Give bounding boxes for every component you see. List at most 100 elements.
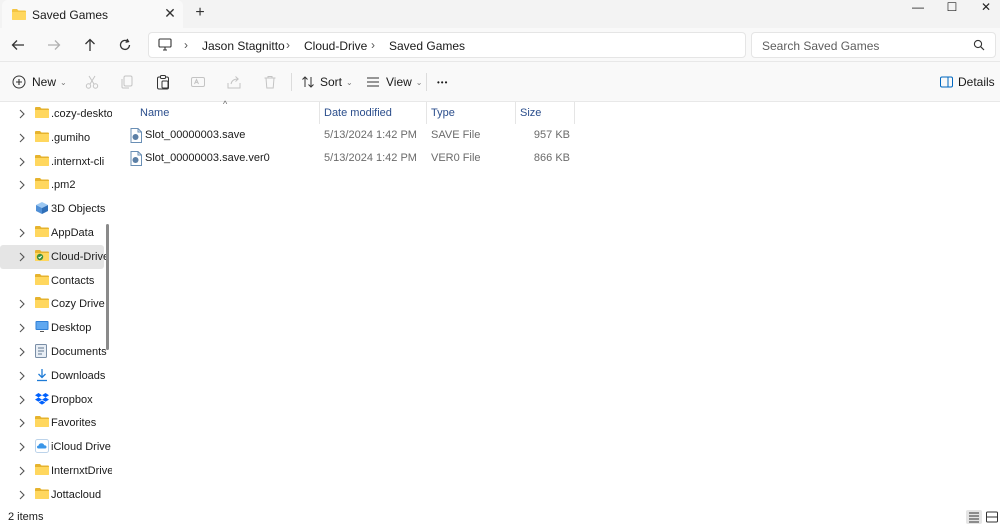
up-button[interactable] xyxy=(80,35,100,55)
details-pane-button[interactable]: Details xyxy=(940,70,995,94)
column-header-name[interactable]: Name xyxy=(140,107,169,119)
chevron-right-icon[interactable] xyxy=(17,417,27,429)
column-header-type[interactable]: Type xyxy=(431,107,455,119)
file-name: Slot_00000003.save.ver0 xyxy=(145,152,270,164)
close-tab-icon[interactable]: ✕ xyxy=(163,6,177,20)
new-tab-button[interactable]: + xyxy=(193,5,207,21)
sidebar-item-label: .internxt-cli xyxy=(51,155,105,168)
file-size: 957 KB xyxy=(533,129,570,141)
search-box xyxy=(751,32,996,58)
sidebar-item-gumiho[interactable]: .gumiho xyxy=(0,126,104,150)
close-window-button[interactable]: ✕ xyxy=(966,0,1000,16)
details-view-button[interactable] xyxy=(966,510,982,524)
chevron-right-icon[interactable] xyxy=(17,227,27,239)
column-header-size[interactable]: Size xyxy=(520,107,541,119)
plus-circle-icon xyxy=(12,75,26,89)
sidebar-item-label: Cozy Drive xyxy=(51,298,105,311)
view-button[interactable]: View ⌄ xyxy=(366,70,423,94)
sidebar-item-contacts[interactable]: Contacts xyxy=(0,269,104,293)
cut-icon[interactable] xyxy=(84,74,100,90)
sidebar-item-label: Contacts xyxy=(51,274,95,287)
sort-ascending-icon: ^ xyxy=(223,99,228,109)
table-row[interactable]: Slot_00000003.save.ver0 5/13/2024 1:42 P… xyxy=(126,148,592,170)
table-row[interactable]: Slot_00000003.save 5/13/2024 1:42 PM SAV… xyxy=(126,125,592,147)
chevron-right-icon[interactable] xyxy=(17,441,27,453)
breadcrumb-cloud-drive[interactable]: Cloud-Drive xyxy=(304,39,367,53)
sidebar-item-jottacloud[interactable]: Jottacloud xyxy=(0,483,104,507)
address-box[interactable]: › Jason Stagnitto › Cloud-Drive › Saved … xyxy=(148,32,746,58)
sidebar-item-appdata[interactable]: AppData xyxy=(0,221,104,245)
folder-icon xyxy=(35,415,49,429)
sidebar-item-documents[interactable]: Documents xyxy=(0,340,107,364)
large-icons-view-button[interactable] xyxy=(985,510,1000,524)
chevron-right-icon[interactable] xyxy=(17,346,27,358)
sidebar-item-label: Cloud-Drive xyxy=(51,250,110,263)
back-button[interactable] xyxy=(8,35,28,55)
chevron-right-icon[interactable] xyxy=(17,489,27,501)
chevron-right-icon[interactable] xyxy=(17,251,27,263)
chevron-right-icon[interactable] xyxy=(17,132,27,144)
this-pc-icon[interactable] xyxy=(158,38,172,54)
search-icon[interactable] xyxy=(973,39,985,54)
tab-saved-games[interactable]: Saved Games ✕ xyxy=(2,0,183,28)
copy-icon[interactable] xyxy=(119,74,135,90)
toolbar-divider xyxy=(426,73,427,91)
sidebar-item-pm2[interactable]: .pm2 xyxy=(0,173,104,197)
paste-icon[interactable] xyxy=(155,74,171,90)
breadcrumb-saved-games[interactable]: Saved Games xyxy=(389,39,465,53)
chevron-right-icon[interactable] xyxy=(17,394,27,406)
sidebar-item-internxtdrive[interactable]: InternxtDrive xyxy=(0,459,112,483)
sidebar-item-desktop[interactable]: Desktop xyxy=(0,316,104,340)
folder-icon xyxy=(35,463,49,477)
new-label: New xyxy=(32,75,57,89)
folder-icon xyxy=(35,106,49,120)
rename-icon[interactable] xyxy=(190,74,206,90)
chevron-right-icon[interactable] xyxy=(17,179,27,191)
sidebar-item-3d-objects[interactable]: 3D Objects xyxy=(0,197,105,221)
chevron-right-icon[interactable] xyxy=(17,370,27,382)
folder-icon xyxy=(35,225,49,239)
chevron-right-icon[interactable] xyxy=(17,298,27,310)
item-count: 2 items xyxy=(8,511,44,523)
breadcrumb-jason-stagnitto[interactable]: Jason Stagnitto xyxy=(202,39,285,53)
forward-button[interactable] xyxy=(44,35,64,55)
file-icon xyxy=(130,151,142,169)
file-list: ^ Name Date modified Type Size Slot_0000… xyxy=(112,99,1000,508)
column-divider[interactable] xyxy=(574,102,575,124)
column-header-date-modified[interactable]: Date modified xyxy=(324,107,392,119)
large-icons-view-icon xyxy=(986,511,998,523)
sort-button[interactable]: Sort ⌄ xyxy=(301,70,353,94)
details-label: Details xyxy=(958,75,995,89)
arrow-up-icon xyxy=(85,38,95,51)
sidebar-item-icloud-drive[interactable]: iCloud Drive xyxy=(0,435,111,459)
sidebar-item-favorites[interactable]: Favorites xyxy=(0,411,104,435)
folder-icon xyxy=(12,8,26,23)
more-options-button[interactable]: ••• xyxy=(437,70,448,94)
sidebar-item-internxt-cli[interactable]: .internxt-cli xyxy=(0,150,104,174)
column-divider[interactable] xyxy=(319,102,320,124)
folder-icon xyxy=(35,487,49,501)
navigation-pane: Jottacloud InternxtDrive iCloud Drive Favor… xyxy=(0,102,112,508)
sidebar-item-cozy-drive[interactable]: Cozy Drive xyxy=(0,292,105,316)
more-icon: ••• xyxy=(437,77,449,87)
column-divider[interactable] xyxy=(426,102,427,124)
chevron-right-icon[interactable] xyxy=(17,108,27,120)
refresh-button[interactable] xyxy=(115,35,135,55)
chevron-right-icon[interactable] xyxy=(17,465,27,477)
share-icon[interactable] xyxy=(226,74,242,90)
sidebar-item-dropbox[interactable]: Dropbox xyxy=(0,388,104,412)
search-input[interactable] xyxy=(762,37,962,54)
column-divider[interactable] xyxy=(515,102,516,124)
new-button[interactable]: New ⌄ xyxy=(12,70,67,94)
chevron-down-icon: ⌄ xyxy=(60,77,67,87)
chevron-right-icon[interactable] xyxy=(17,156,27,168)
sidebar-item-downloads[interactable]: Downloads xyxy=(0,364,105,388)
folder-icon xyxy=(35,296,49,310)
nav-scrollbar[interactable] xyxy=(106,224,109,350)
chevron-right-icon[interactable] xyxy=(17,322,27,334)
command-bar: New ⌄ Sort ⌄ View ⌄ ••• Details xyxy=(0,62,1000,102)
delete-icon[interactable] xyxy=(262,74,278,90)
sidebar-item-cloud-drive[interactable]: Cloud-Drive xyxy=(0,244,109,269)
sidebar-item-cozy-deskto[interactable]: .cozy-deskto xyxy=(0,102,112,126)
breadcrumb-separator: › xyxy=(286,38,290,52)
